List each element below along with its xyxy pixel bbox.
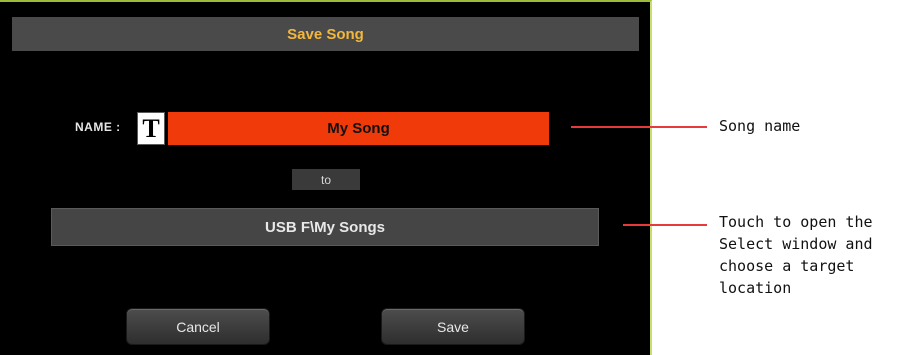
save-song-dialog: Save Song NAME : T My Song to USB F\My S… [0,0,652,355]
target-callout-line [623,224,707,226]
target-path-field[interactable]: USB F\My Songs [51,208,599,246]
text-edit-icon[interactable]: T [137,112,165,145]
to-label: to [292,169,360,190]
cancel-button[interactable]: Cancel [126,308,270,345]
name-label: NAME : [75,120,121,134]
dialog-title: Save Song [12,17,639,51]
target-callout-line-2: Select window and [719,235,873,253]
song-name-callout-text: Song name [719,117,801,135]
song-name-callout-line [571,126,707,128]
song-name-callout: Song name [719,115,800,137]
save-button[interactable]: Save [381,308,525,345]
target-callout: Touch to open the Select window and choo… [719,211,873,299]
manual-illustration: Save Song NAME : T My Song to USB F\My S… [0,0,901,355]
target-callout-line-1: Touch to open the [719,213,873,231]
song-name-field[interactable]: My Song [168,112,549,145]
target-callout-line-4: location [719,279,792,297]
target-callout-line-3: choose a target [719,257,855,275]
